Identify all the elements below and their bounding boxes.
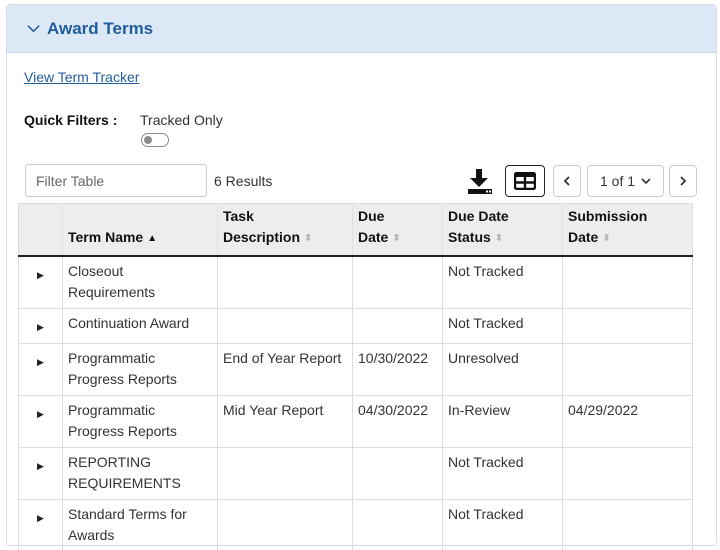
tracked-only-label: Tracked Only: [140, 112, 223, 128]
term-name-cell: Standard Terms for Awards: [62, 498, 218, 550]
table-header-row: Term Name ▲ Task Description ⬍ Due Date ⬍ Due…: [18, 203, 693, 257]
status-cell: In-Review: [442, 394, 563, 447]
award-terms-table: Term Name ▲ Task Description ⬍ Due Date ⬍ Due…: [18, 203, 693, 550]
table-columns-button[interactable]: [505, 165, 545, 197]
submission-cell: [562, 255, 693, 308]
chevron-right-icon: [680, 176, 687, 186]
due-date-cell: [352, 498, 443, 550]
expand-column-header: [18, 203, 63, 257]
task-cell: End of Year Report: [217, 342, 353, 395]
table-row: ▶ Closeout Requirements Not Tracked: [18, 255, 693, 308]
due-date-status-header[interactable]: Due Date Status ⬍: [442, 203, 563, 257]
panel-header[interactable]: Award Terms: [7, 5, 716, 53]
sort-icon: ⬍: [392, 232, 401, 244]
table-row: ▶ REPORTING REQUIREMENTS Not Tracked: [18, 446, 693, 499]
due-date-cell: [352, 255, 443, 308]
sort-icon: ⬍: [602, 232, 611, 244]
sort-icon: ⬍: [304, 232, 313, 244]
due-date-cell: [352, 446, 443, 499]
status-cell: Not Tracked: [442, 255, 563, 308]
term-name-cell: Programmatic Progress Reports: [62, 342, 218, 395]
status-cell: Not Tracked: [442, 307, 563, 343]
task-cell: [217, 446, 353, 499]
table-row: ▶ Continuation Award Not Tracked: [18, 307, 693, 343]
submission-cell: [562, 446, 693, 499]
task-cell: [217, 307, 353, 343]
page-indicator: 1 of 1: [599, 173, 636, 189]
term-name-cell: REPORTING REQUIREMENTS: [62, 446, 218, 499]
due-date-cell: 04/30/2022: [352, 394, 443, 447]
status-cell: Not Tracked: [442, 446, 563, 499]
view-term-tracker-link[interactable]: View Term Tracker: [24, 69, 139, 85]
chevron-left-icon: [563, 176, 570, 186]
submission-cell: 04/29/2022: [562, 394, 693, 447]
table-row: ▶ Programmatic Progress Reports Mid Year…: [18, 394, 693, 447]
caret-right-icon[interactable]: ▶: [18, 446, 63, 499]
table-columns-icon: [514, 172, 536, 190]
task-cell: [217, 255, 353, 308]
previous-page-button[interactable]: [553, 165, 581, 197]
quick-filters-label: Quick Filters :: [24, 112, 118, 128]
caret-right-icon[interactable]: ▶: [18, 307, 63, 343]
chevron-down-icon: [641, 178, 651, 185]
results-count: 6 Results: [214, 173, 273, 189]
table-row: ▶ Programmatic Progress Reports End of Y…: [18, 342, 693, 395]
toggle-knob: [144, 136, 152, 144]
chevron-down-icon[interactable]: [26, 21, 41, 36]
sort-icon: ⬍: [494, 232, 504, 244]
due-date-header[interactable]: Due Date ⬍: [352, 203, 443, 257]
caret-right-icon[interactable]: ▶: [18, 342, 63, 395]
status-cell: Unresolved: [442, 342, 563, 395]
caret-right-icon[interactable]: ▶: [18, 255, 63, 308]
submission-cell: [562, 342, 693, 395]
due-date-cell: 10/30/2022: [352, 342, 443, 395]
download-button[interactable]: [465, 165, 495, 197]
next-page-button[interactable]: [669, 165, 697, 197]
term-name-cell: Closeout Requirements: [62, 255, 218, 308]
status-cell: Not Tracked: [442, 498, 563, 550]
download-icon: [468, 169, 492, 194]
filter-table-input[interactable]: [25, 164, 207, 197]
submission-cell: [562, 498, 693, 550]
task-description-header[interactable]: Task Description ⬍: [217, 203, 353, 257]
table-row: ▶ Standard Terms for Awards Not Tracked: [18, 498, 693, 550]
submission-cell: [562, 307, 693, 343]
term-name-cell: Programmatic Progress Reports: [62, 394, 218, 447]
submission-date-header[interactable]: Submission Date ⬍: [562, 203, 693, 257]
tracked-only-toggle[interactable]: [141, 133, 169, 147]
caret-right-icon[interactable]: ▶: [18, 394, 63, 447]
term-name-cell: Continuation Award: [62, 307, 218, 343]
panel-title: Award Terms: [47, 18, 154, 38]
task-cell: [217, 498, 353, 550]
sort-ascending-icon: ▲: [147, 232, 158, 244]
task-cell: Mid Year Report: [217, 394, 353, 447]
due-date-cell: [352, 307, 443, 343]
term-name-header[interactable]: Term Name ▲: [62, 203, 218, 257]
page-select[interactable]: 1 of 1: [587, 165, 664, 197]
caret-right-icon[interactable]: ▶: [18, 498, 63, 550]
